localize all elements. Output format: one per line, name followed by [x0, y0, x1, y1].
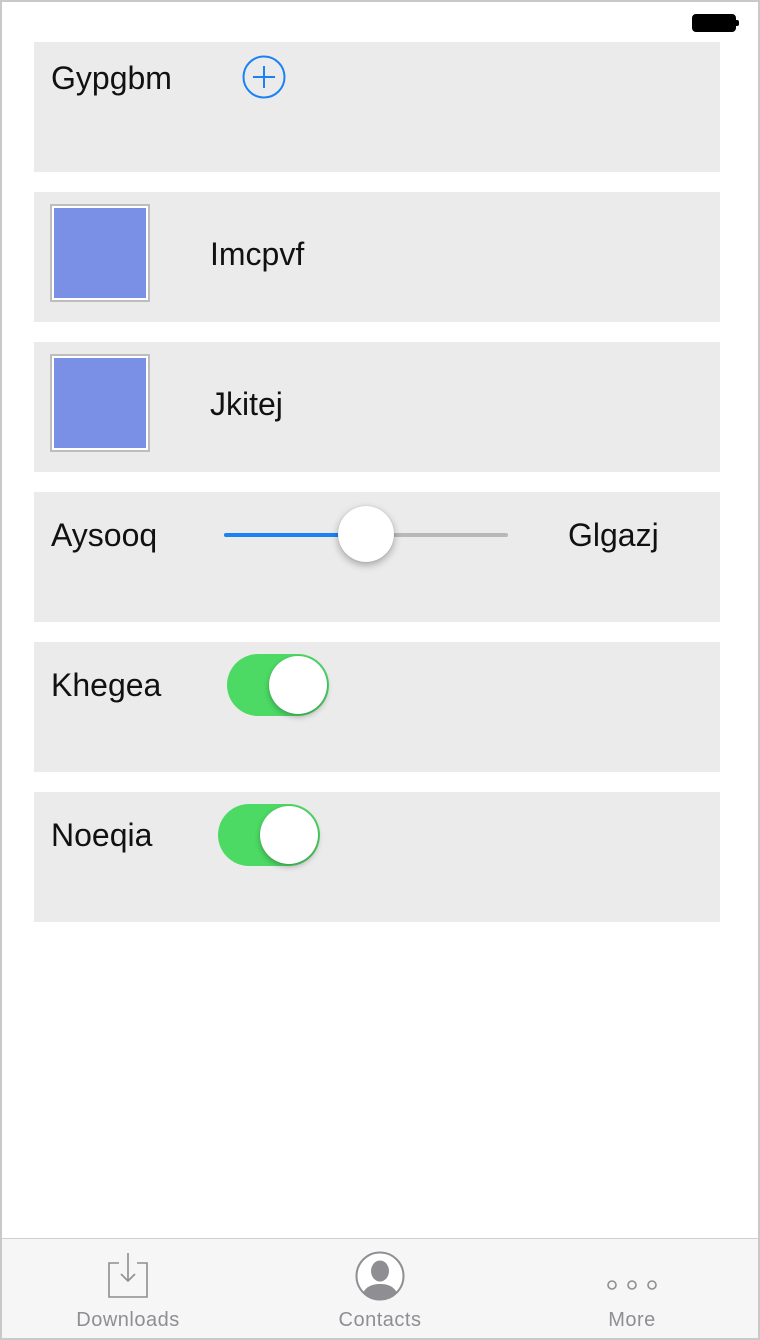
row-noeqia: Noeqia: [34, 792, 720, 922]
tab-contacts[interactable]: Contacts: [254, 1239, 506, 1338]
more-icon: [607, 1280, 657, 1290]
row-gypgbm: Gypgbm: [34, 42, 720, 172]
row-slider: Aysooq Glgazj: [34, 492, 720, 622]
tab-downloads[interactable]: Downloads: [2, 1239, 254, 1338]
tab-bar: Downloads Contacts More: [2, 1238, 758, 1338]
slider-min-label: Aysooq: [51, 517, 158, 553]
tab-label: Downloads: [76, 1309, 180, 1331]
row-label: Gypgbm: [51, 60, 172, 96]
app-screen: Gypgbm Imcpvf Jkitej Aysooq Glgazj Khege…: [0, 0, 760, 1340]
row-label: Imcpvf: [210, 236, 305, 272]
row-imcpvf[interactable]: Imcpvf: [34, 192, 720, 322]
toggle-switch[interactable]: [218, 804, 320, 866]
thumbnail-image: [50, 354, 150, 452]
slider-max-label: Glgazj: [568, 517, 659, 553]
plus-circle-icon[interactable]: [242, 55, 286, 99]
tab-more[interactable]: More: [506, 1239, 758, 1338]
slider-knob[interactable]: [338, 506, 394, 562]
thumbnail-image: [50, 204, 150, 302]
download-icon: [108, 1253, 148, 1298]
row-label: Noeqia: [51, 817, 153, 853]
row-label: Jkitej: [210, 386, 283, 422]
tab-label: More: [608, 1309, 656, 1331]
row-label: Khegea: [51, 667, 162, 703]
tab-label: Contacts: [338, 1309, 422, 1331]
status-bar: [2, 2, 758, 42]
row-khegea: Khegea: [34, 642, 720, 772]
row-jkitej[interactable]: Jkitej: [34, 342, 720, 472]
contact-icon: [355, 1251, 405, 1301]
toggle-switch[interactable]: [227, 654, 329, 716]
battery-icon: [692, 14, 739, 32]
